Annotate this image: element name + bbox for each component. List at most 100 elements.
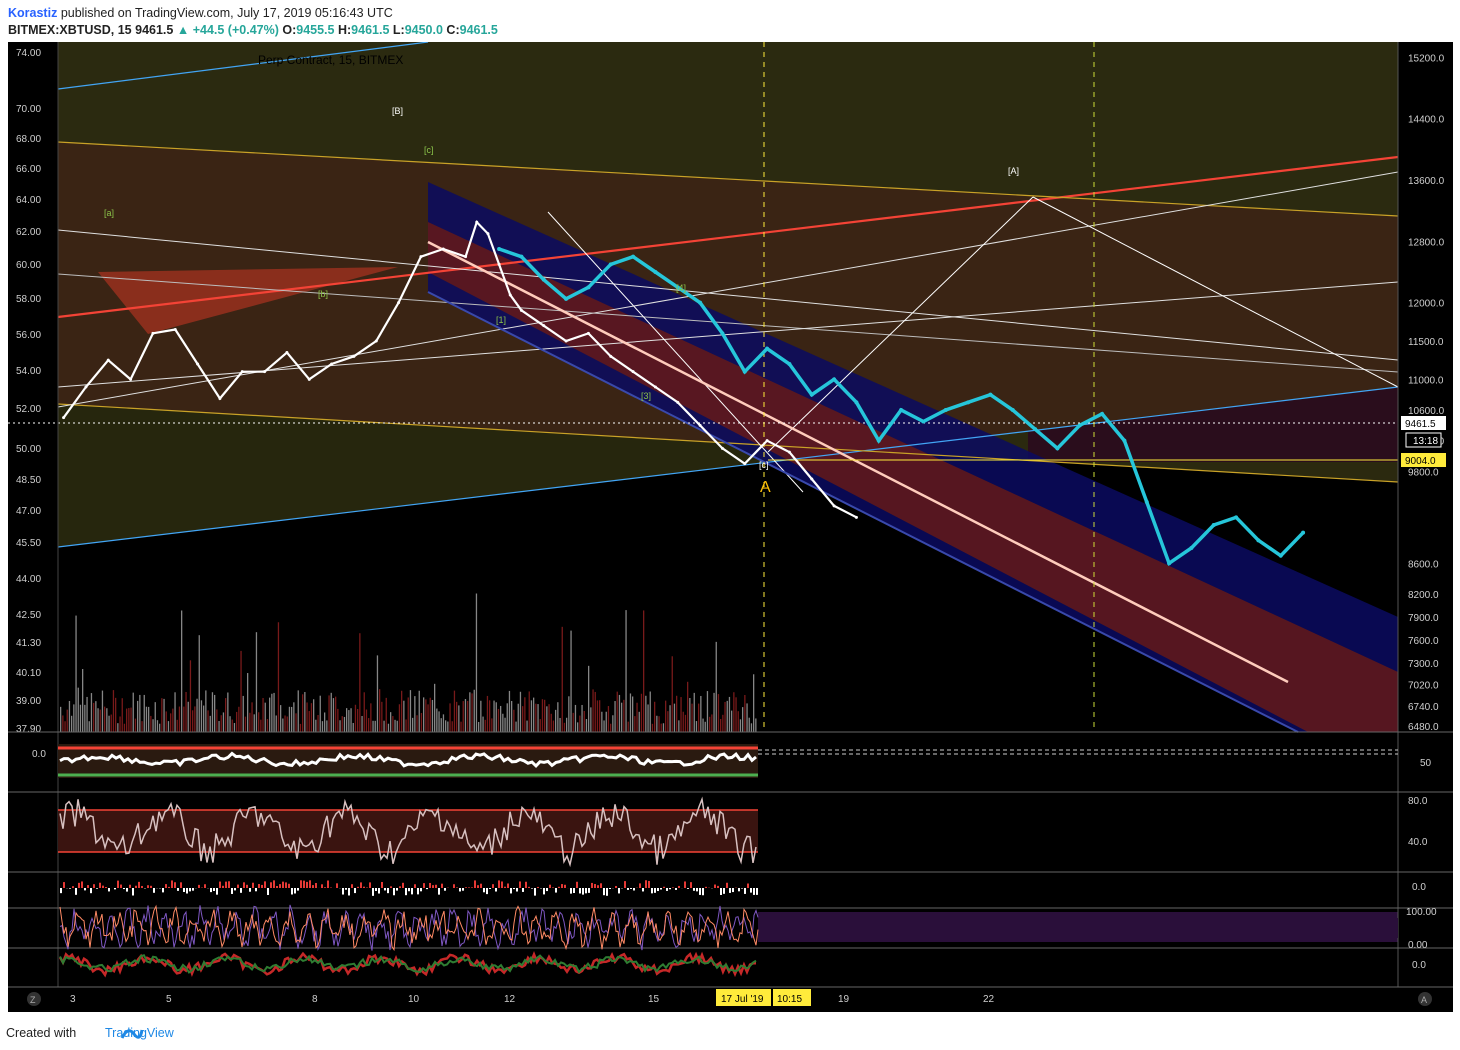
histogram-bar — [648, 880, 650, 888]
histogram-bar — [729, 888, 731, 893]
volume-bar — [359, 633, 361, 732]
right-axis-tick: 12800.0 — [1408, 237, 1445, 248]
histogram-bar — [234, 888, 236, 891]
volume-bar — [726, 700, 728, 732]
volume-bar — [418, 690, 420, 732]
histogram-bar — [285, 882, 287, 888]
forecast-point — [1144, 500, 1149, 504]
volume-bar — [568, 696, 570, 732]
histogram-bar — [399, 886, 401, 888]
volume-bar — [416, 715, 418, 732]
time-axis-tick: 22 — [983, 994, 995, 1005]
histogram-bar — [357, 886, 359, 888]
price-point — [564, 339, 568, 343]
volume-bar — [218, 721, 220, 732]
histogram-bar — [84, 888, 86, 891]
time-axis-tick: 12 — [504, 994, 516, 1005]
right-axis-tick: 12000.0 — [1408, 299, 1445, 310]
histogram-bar — [276, 886, 278, 888]
wave-label-A-big: [A] — [1008, 166, 1019, 176]
volume-bar — [266, 719, 269, 732]
volume-bar — [502, 713, 504, 732]
forecast-point — [1010, 408, 1015, 412]
time-axis: 3 5 8 10 12 15 19 22 — [70, 994, 995, 1005]
price-point — [62, 416, 66, 420]
volume-bar — [253, 714, 255, 732]
price-point — [374, 339, 378, 343]
price-point — [464, 255, 468, 259]
volume-bar — [594, 691, 596, 732]
volume-bar — [306, 702, 308, 732]
volume-bar — [352, 722, 354, 732]
volume-bar — [698, 703, 700, 732]
chart-area[interactable]: [B] [c] [a] [b] [1] [3] [4] [c] [A] A Pe… — [8, 42, 1453, 1012]
histogram-bar — [720, 888, 722, 895]
histogram-bar — [189, 888, 191, 892]
histogram-bar — [441, 883, 443, 888]
change-value: +44.5 (+0.47%) — [192, 23, 279, 37]
volume-bar — [242, 695, 244, 732]
left-axis-tick: 45.50 — [16, 538, 41, 549]
histogram-bar — [513, 888, 515, 890]
histogram-bar — [372, 888, 374, 896]
forecast-point — [1189, 546, 1194, 550]
chart-canvas[interactable]: [B] [c] [a] [b] [1] [3] [4] [c] [A] A Pe… — [8, 42, 1453, 1012]
volume-bar — [321, 721, 324, 732]
chart-header: Korastiz published on TradingView.com, J… — [0, 0, 1460, 42]
volume-bar — [324, 712, 326, 732]
volume-bar — [645, 695, 647, 732]
volume-bar — [596, 700, 599, 732]
histogram-bar — [756, 888, 758, 895]
volume-bar — [519, 691, 522, 732]
author-link[interactable]: Korastiz — [8, 6, 57, 20]
histogram-bar — [525, 881, 527, 888]
volume-bar — [337, 708, 339, 732]
volume-bar — [508, 690, 511, 732]
volume-bar — [108, 715, 110, 732]
wave-label-c-top: [c] — [424, 145, 434, 155]
volume-bar — [673, 703, 676, 732]
volume-bar — [229, 716, 231, 732]
histogram-bar — [420, 888, 422, 892]
histogram-bar — [87, 885, 89, 888]
volume-bar — [610, 723, 612, 732]
volume-bar — [341, 716, 343, 732]
histogram-bar — [699, 888, 701, 895]
volume-bar — [200, 700, 203, 732]
histogram-bar — [117, 880, 119, 888]
histogram-bar — [324, 887, 326, 888]
volume-bar — [436, 708, 438, 732]
volume-bar — [467, 700, 469, 732]
histogram-bar — [402, 882, 404, 888]
histogram-bar — [78, 882, 80, 888]
volume-bar — [205, 690, 207, 732]
volume-bar — [412, 717, 414, 732]
histogram-bar — [213, 888, 215, 891]
volume-bar — [563, 722, 566, 732]
left-axis-tick: 44.00 — [16, 574, 41, 585]
right-axis-tick: 6480.0 — [1408, 722, 1439, 733]
volume-bar — [451, 721, 453, 732]
histogram-bar — [744, 888, 746, 894]
volume-bar — [137, 700, 139, 732]
volume-bar — [627, 721, 629, 732]
histogram-bar — [210, 888, 212, 893]
volume-bar — [667, 711, 669, 732]
volume-bar — [121, 698, 123, 732]
histogram-bar — [555, 888, 557, 893]
volume-bar — [614, 701, 616, 732]
histogram-bar — [633, 888, 635, 891]
momentum-red — [58, 950, 756, 978]
volume-bar — [68, 700, 71, 732]
histogram-bar — [291, 888, 293, 895]
histogram-bar — [465, 887, 467, 888]
volume-bar — [497, 708, 500, 732]
volume-bar — [134, 718, 137, 732]
volume-bar — [753, 674, 755, 732]
volume-bar — [93, 702, 95, 732]
pane-label-0c: 0.0 — [1412, 960, 1426, 971]
histogram-bar — [603, 888, 605, 896]
tradingview-brand[interactable]: TradingView — [105, 1026, 174, 1040]
histogram-bar — [417, 888, 419, 895]
left-axis-tick: 47.00 — [16, 506, 41, 517]
